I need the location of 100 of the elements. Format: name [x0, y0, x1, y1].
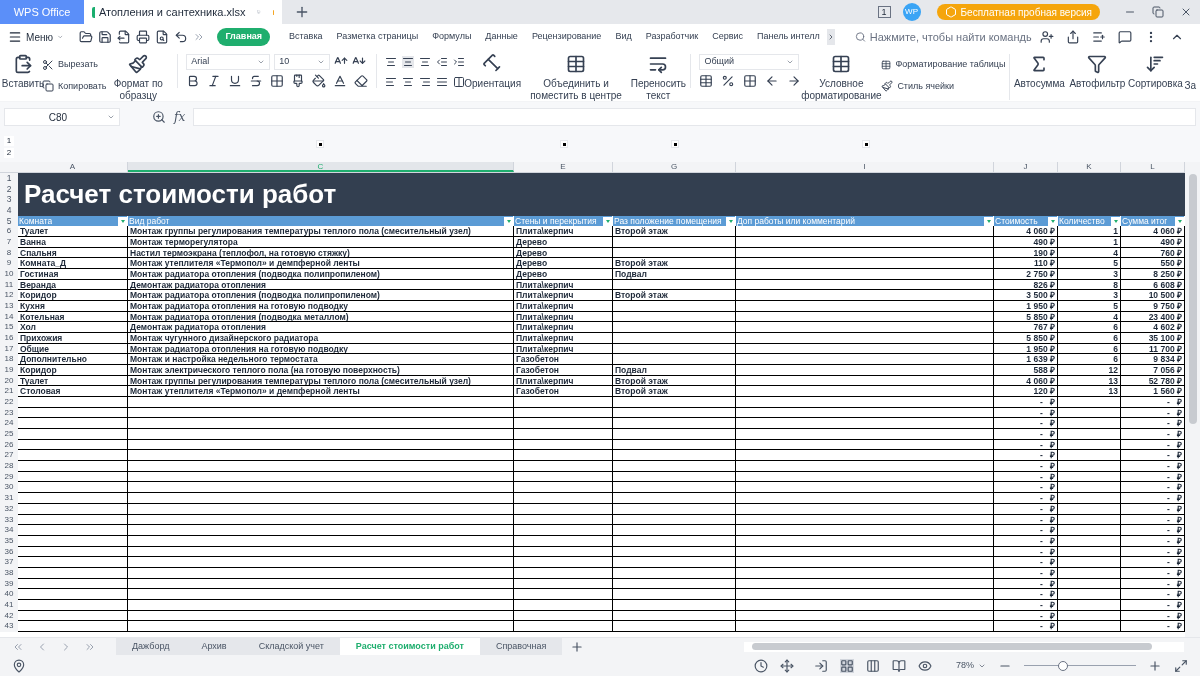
row-number[interactable]: 24 — [0, 418, 18, 430]
zoom-level-button[interactable]: 78% — [956, 658, 986, 673]
ribbon-tab[interactable]: Данные — [478, 28, 525, 46]
sort-button[interactable]: Сортировка — [1126, 54, 1185, 90]
row-number[interactable]: 28 — [0, 461, 18, 472]
row-number[interactable]: 42 — [0, 610, 18, 622]
column-header[interactable]: I — [736, 162, 994, 172]
cell-style-button[interactable]: Стиль ячейки — [881, 79, 1006, 93]
zoom-in-icon[interactable] — [1148, 658, 1162, 673]
wrap-text-button[interactable]: Переносить текст — [630, 54, 687, 102]
horizontal-scrollbar[interactable] — [744, 641, 1184, 652]
row-number[interactable]: 34 — [0, 525, 18, 536]
filter-dropdown-icon[interactable] — [504, 216, 513, 226]
decrease-decimal-icon[interactable] — [787, 74, 802, 88]
fullscreen-icon[interactable] — [1174, 658, 1188, 673]
sign-in-icon[interactable] — [814, 658, 828, 673]
align-right-icon[interactable] — [419, 76, 432, 88]
row-number[interactable]: 3 — [0, 194, 18, 205]
restore-icon[interactable] — [1152, 6, 1164, 18]
filter-dropdown-icon[interactable] — [603, 216, 612, 226]
open-icon[interactable] — [79, 30, 94, 44]
filter-dropdown-icon[interactable] — [984, 216, 993, 226]
align-top-icon[interactable] — [385, 56, 398, 68]
row-number[interactable]: 37 — [0, 557, 18, 568]
row-number[interactable]: 17 — [0, 343, 18, 355]
row-number[interactable]: 21 — [0, 386, 18, 398]
zoom-icon[interactable] — [152, 110, 166, 124]
row-number[interactable]: 33 — [0, 514, 18, 526]
print-icon[interactable] — [136, 30, 151, 44]
font-field[interactable]: Arial — [186, 54, 271, 70]
row-number[interactable]: 43 — [0, 621, 18, 632]
italic-icon[interactable] — [207, 74, 222, 88]
row-number[interactable]: 11 — [0, 279, 18, 291]
row-number[interactable]: 20 — [0, 375, 18, 387]
row-number[interactable]: 35 — [0, 535, 18, 547]
ribbon-tab[interactable]: Вставка — [282, 28, 330, 46]
sheet-tab[interactable]: Архив — [185, 637, 243, 656]
currency-format-icon[interactable] — [699, 74, 714, 88]
ribbon-tab[interactable]: Панель интелл — [750, 28, 827, 46]
vertical-scrollbar[interactable] — [1185, 162, 1200, 637]
row-number[interactable]: 6 — [0, 226, 18, 238]
column-header[interactable]: J — [994, 162, 1058, 172]
sheet-tab[interactable]: Складской учет — [242, 637, 340, 656]
comment-icon[interactable] — [1118, 30, 1132, 44]
filter-dropdown-icon[interactable] — [726, 216, 735, 226]
sheet-tab[interactable]: Дажборд — [116, 637, 186, 656]
row-number[interactable]: 19 — [0, 365, 18, 376]
row-number[interactable]: 39 — [0, 578, 18, 590]
autofilter-button[interactable]: Автофильтр — [1068, 54, 1127, 90]
strikethrough-icon[interactable] — [249, 74, 264, 88]
conditional-formatting-button[interactable]: Условное форматирование — [801, 54, 882, 102]
normal-view-icon[interactable] — [840, 658, 854, 673]
row-number[interactable]: 27 — [0, 450, 18, 462]
underline-icon[interactable] — [228, 74, 243, 88]
borders-icon[interactable] — [270, 74, 285, 88]
format-as-table-button[interactable]: Форматирование таблицы — [881, 58, 1006, 72]
row-number[interactable]: 8 — [0, 247, 18, 259]
ribbon-tab[interactable]: Вид — [608, 28, 639, 46]
preview-icon[interactable] — [155, 30, 170, 44]
row-number[interactable]: 12 — [0, 290, 18, 302]
outline-level-button[interactable]: 2 — [3, 148, 15, 158]
undo-icon[interactable] — [174, 30, 189, 44]
page-layout-icon[interactable] — [866, 658, 880, 673]
group-expand-icon[interactable] — [560, 140, 568, 148]
row-number[interactable]: 1 — [0, 173, 18, 184]
column-header[interactable]: G — [613, 162, 736, 172]
row-number[interactable]: 22 — [0, 397, 18, 408]
row-number[interactable]: 26 — [0, 439, 18, 451]
percent-icon[interactable] — [721, 74, 736, 88]
font-size-field[interactable]: 10 — [274, 54, 331, 70]
share-icon[interactable] — [1066, 30, 1080, 44]
filter-dropdown-icon[interactable] — [1175, 216, 1184, 226]
function-icon[interactable]: fx — [174, 108, 186, 126]
autosum-button[interactable]: Автосумма — [1010, 54, 1069, 90]
row-number[interactable]: 13 — [0, 301, 18, 312]
fill-color-icon[interactable] — [312, 74, 327, 88]
row-number[interactable]: 25 — [0, 429, 18, 440]
row-number[interactable]: 5 — [0, 215, 18, 227]
filter-dropdown-icon[interactable] — [1111, 216, 1120, 226]
formula-field[interactable] — [193, 108, 1196, 126]
row-number[interactable]: 9 — [0, 258, 18, 270]
group-expand-icon[interactable] — [316, 140, 324, 148]
clock-icon[interactable] — [754, 658, 768, 673]
location-icon[interactable] — [12, 658, 26, 673]
merge-button[interactable]: Объединить и поместить в центре — [521, 54, 631, 102]
row-number[interactable]: 36 — [0, 546, 18, 558]
row-number[interactable]: 32 — [0, 503, 18, 515]
move-icon[interactable] — [780, 658, 794, 673]
zoom-slider-thumb[interactable] — [1058, 660, 1069, 671]
row-number[interactable]: 14 — [0, 311, 18, 323]
bold-icon[interactable] — [186, 74, 201, 88]
thousands-separator-icon[interactable] — [743, 74, 758, 88]
document-tab[interactable]: Атопления и сантехника.xlsx — [84, 0, 282, 24]
paste-button[interactable]: Вставить — [4, 54, 42, 90]
scroll-right-button[interactable] — [826, 29, 835, 45]
save-icon[interactable] — [98, 30, 113, 44]
row-number[interactable]: 16 — [0, 333, 18, 344]
distribute-icon[interactable] — [452, 76, 465, 88]
ribbon-tab[interactable]: Сервис — [705, 28, 750, 46]
cell-reference-field[interactable]: C80 — [4, 108, 120, 126]
